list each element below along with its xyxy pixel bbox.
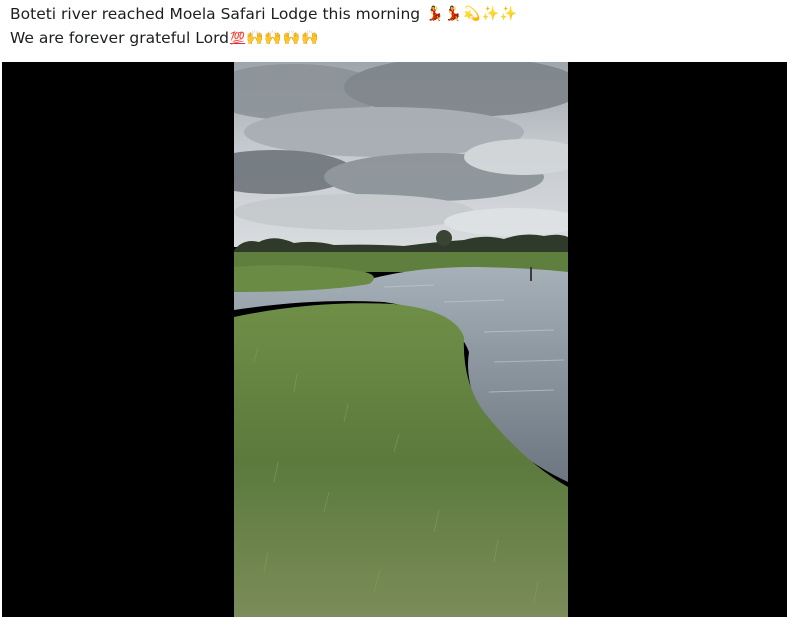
sparkles-emoji: ✨ (499, 6, 518, 22)
caption-text-1: Boteti river reached Moela Safari Lodge … (10, 5, 421, 23)
video-frame[interactable] (234, 62, 568, 617)
video-scene (234, 62, 568, 617)
caption-text-2: We are forever grateful Lord (10, 29, 230, 47)
raising-hands-emoji: 🙌 (282, 30, 301, 46)
distant-figure (530, 267, 532, 281)
dancer-emoji: 💃 (444, 6, 463, 22)
video-player[interactable] (2, 62, 787, 617)
caption-line-2: We are forever grateful Lord 💯 🙌 🙌 🙌 🙌 (10, 26, 780, 50)
post-caption: Boteti river reached Moela Safari Lodge … (10, 2, 780, 50)
hundred-points-emoji: 💯 (230, 31, 245, 45)
raising-hands-emoji: 🙌 (264, 30, 282, 46)
raising-hands-emoji: 🙌 (301, 30, 319, 46)
sparkles-emoji: ✨ (481, 6, 499, 22)
caption-line-1: Boteti river reached Moela Safari Lodge … (10, 2, 780, 26)
dizzy-emoji: 💫 (463, 6, 481, 22)
clouds (234, 62, 568, 236)
dancer-emoji: 💃 (426, 6, 444, 22)
raising-hands-emoji: 🙌 (245, 30, 264, 46)
